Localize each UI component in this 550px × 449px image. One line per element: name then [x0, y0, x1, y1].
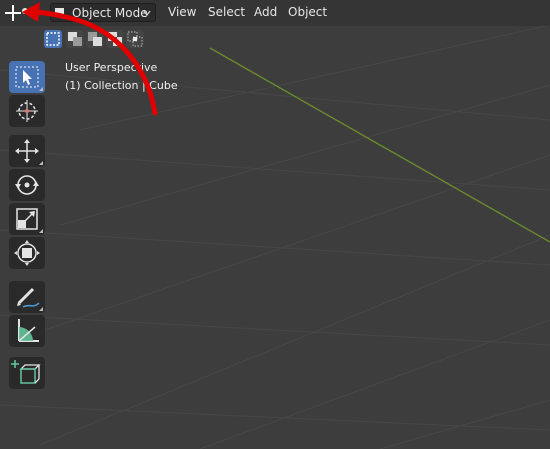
x-axis-line — [209, 47, 550, 243]
select-difference-icon — [108, 32, 122, 46]
select-set-icon — [46, 32, 60, 46]
move-tool[interactable] — [9, 135, 45, 167]
transform-tool[interactable] — [9, 237, 45, 269]
add-cube-tool[interactable] — [9, 357, 45, 389]
cursor-tool[interactable] — [9, 95, 45, 127]
select-difference-button[interactable] — [106, 30, 124, 48]
select-subtract-icon — [88, 32, 102, 46]
menu-object[interactable]: Object — [288, 5, 327, 19]
menu-select[interactable]: Select — [208, 5, 245, 19]
select-box-tool[interactable] — [9, 61, 45, 93]
chevron-down-icon — [143, 10, 151, 17]
menu-add[interactable]: Add — [254, 5, 277, 19]
select-extend-button[interactable] — [66, 30, 84, 48]
selection-mode-group — [44, 30, 144, 48]
perspective-label: User Perspective — [65, 61, 158, 74]
collection-label: (1) Collection | Cube — [65, 79, 178, 92]
select-intersect-button[interactable] — [126, 30, 144, 48]
transform-icon — [14, 240, 40, 266]
cursor-icon — [16, 100, 38, 122]
add-cube-icon — [11, 360, 41, 384]
ruler-icon — [18, 319, 39, 342]
select-extend-icon — [68, 32, 82, 46]
measure-tool[interactable] — [9, 315, 45, 347]
rotate-tool[interactable] — [9, 169, 45, 201]
object-mode-dropdown[interactable]: Object Mode — [50, 3, 156, 22]
annotate-tool[interactable] — [9, 281, 45, 313]
cube-icon — [55, 8, 64, 17]
select-subtract-button[interactable] — [86, 30, 104, 48]
viewport-header: Object Mode View Select Add Object — [0, 0, 550, 26]
scale-tool[interactable] — [9, 203, 45, 235]
rotate-icon — [15, 175, 39, 195]
select-intersect-icon — [127, 31, 143, 47]
select-set-button[interactable] — [44, 30, 62, 48]
editor-type-icon[interactable] — [4, 4, 30, 22]
mode-label: Object Mode — [72, 6, 148, 20]
menu-view[interactable]: View — [168, 5, 196, 19]
